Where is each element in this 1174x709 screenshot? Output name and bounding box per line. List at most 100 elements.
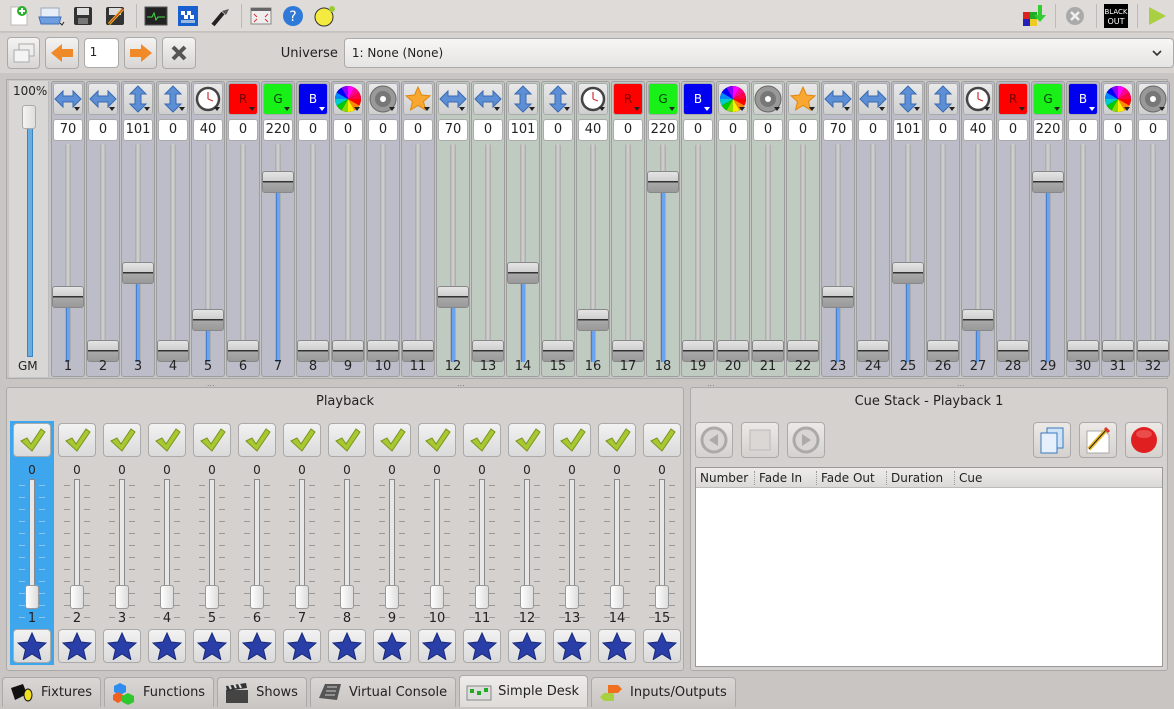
channel-value-input[interactable]: 0 bbox=[333, 119, 363, 141]
playback-select-button[interactable] bbox=[238, 423, 276, 457]
operate-mode-button[interactable] bbox=[1142, 2, 1172, 30]
channel-value-input[interactable]: 70 bbox=[438, 119, 468, 141]
playback-select-button[interactable] bbox=[553, 423, 591, 457]
channel-preset-button[interactable] bbox=[1103, 83, 1133, 115]
channel-value-input[interactable]: 101 bbox=[893, 119, 923, 141]
playback-flash-button[interactable] bbox=[58, 629, 96, 663]
channel-fader-handle[interactable] bbox=[52, 286, 84, 309]
channel-preset-button[interactable]: G bbox=[263, 83, 293, 115]
playback-flash-button[interactable] bbox=[238, 629, 276, 663]
channel-value-input[interactable]: 101 bbox=[508, 119, 538, 141]
channel-fader-handle[interactable] bbox=[647, 170, 679, 193]
cue-list-table[interactable]: Number Fade In Fade Out Duration Cue bbox=[695, 467, 1163, 667]
channel-fader-handle[interactable] bbox=[822, 286, 854, 309]
playback-flash-button[interactable] bbox=[418, 629, 456, 663]
channel-fader-handle[interactable] bbox=[1032, 170, 1064, 193]
channel-value-input[interactable]: 0 bbox=[858, 119, 888, 141]
blackout-button[interactable]: BLACK OUT bbox=[1101, 2, 1131, 30]
channel-fader-handle[interactable] bbox=[122, 262, 154, 285]
channel-preset-button[interactable] bbox=[788, 83, 818, 115]
playback-select-button[interactable] bbox=[58, 423, 96, 457]
playback-fader-handle[interactable] bbox=[340, 585, 354, 609]
fixture-remap-button[interactable] bbox=[205, 2, 235, 30]
channel-preset-button[interactable] bbox=[508, 83, 538, 115]
channel-preset-button[interactable]: R bbox=[613, 83, 643, 115]
help-button[interactable]: ? bbox=[278, 2, 308, 30]
playback-select-button[interactable] bbox=[283, 423, 321, 457]
playback-flash-button[interactable] bbox=[13, 629, 51, 663]
channel-preset-button[interactable] bbox=[88, 83, 118, 115]
open-workspace-button[interactable] bbox=[36, 2, 66, 30]
edit-cue-button[interactable] bbox=[1079, 422, 1117, 458]
channel-preset-button[interactable]: B bbox=[298, 83, 328, 115]
playback-select-button[interactable] bbox=[643, 423, 681, 457]
column-header-number[interactable]: Number bbox=[696, 471, 754, 485]
channel-preset-button[interactable]: B bbox=[1068, 83, 1098, 115]
channel-fader-handle[interactable] bbox=[192, 309, 224, 332]
channel-value-input[interactable]: 0 bbox=[403, 119, 433, 141]
playback-select-button[interactable] bbox=[463, 423, 501, 457]
playback-fader-handle[interactable] bbox=[385, 585, 399, 609]
channel-value-input[interactable]: 0 bbox=[753, 119, 783, 141]
channel-preset-button[interactable] bbox=[473, 83, 503, 115]
channel-preset-button[interactable] bbox=[158, 83, 188, 115]
channel-value-input[interactable]: 70 bbox=[823, 119, 853, 141]
tab-shows[interactable]: Shows bbox=[217, 677, 307, 707]
channel-preset-button[interactable] bbox=[753, 83, 783, 115]
channel-value-input[interactable]: 220 bbox=[263, 119, 293, 141]
playback-select-button[interactable] bbox=[148, 423, 186, 457]
channel-fader-handle[interactable] bbox=[577, 309, 609, 332]
address-tool-button[interactable] bbox=[173, 2, 203, 30]
channel-value-input[interactable]: 0 bbox=[1068, 119, 1098, 141]
monitor-button[interactable] bbox=[141, 2, 171, 30]
channel-value-input[interactable]: 0 bbox=[788, 119, 818, 141]
channel-preset-button[interactable] bbox=[193, 83, 223, 115]
playback-flash-button[interactable] bbox=[553, 629, 591, 663]
playback-fader-handle[interactable] bbox=[610, 585, 624, 609]
new-workspace-button[interactable] bbox=[4, 2, 34, 30]
playback-select-button[interactable] bbox=[13, 423, 51, 457]
channel-preset-button[interactable] bbox=[368, 83, 398, 115]
channel-fader-handle[interactable] bbox=[507, 262, 539, 285]
channel-preset-button[interactable] bbox=[1138, 83, 1168, 115]
channel-value-input[interactable]: 40 bbox=[963, 119, 993, 141]
playback-fader-handle[interactable] bbox=[475, 585, 489, 609]
channel-value-input[interactable]: 0 bbox=[928, 119, 958, 141]
stop-cue-button[interactable] bbox=[741, 422, 779, 458]
channel-preset-button[interactable] bbox=[823, 83, 853, 115]
playback-fader-handle[interactable] bbox=[205, 585, 219, 609]
channel-preset-button[interactable] bbox=[403, 83, 433, 115]
tab-functions[interactable]: Functions bbox=[104, 677, 215, 707]
playback-fader-handle[interactable] bbox=[520, 585, 534, 609]
playback-select-button[interactable] bbox=[598, 423, 636, 457]
channel-fader-handle[interactable] bbox=[262, 170, 294, 193]
clone-cue-button[interactable] bbox=[1033, 422, 1071, 458]
channel-preset-button[interactable] bbox=[578, 83, 608, 115]
tab-fixtures[interactable]: Fixtures bbox=[2, 677, 102, 707]
channel-preset-button[interactable]: G bbox=[648, 83, 678, 115]
channel-fader-handle[interactable] bbox=[892, 262, 924, 285]
about-button[interactable] bbox=[310, 2, 340, 30]
playback-select-button[interactable] bbox=[418, 423, 456, 457]
stop-all-functions-button[interactable] bbox=[1060, 2, 1090, 30]
playback-select-button[interactable] bbox=[508, 423, 546, 457]
next-page-button[interactable] bbox=[124, 37, 158, 69]
playback-fader-handle[interactable] bbox=[115, 585, 129, 609]
channel-value-input[interactable]: 0 bbox=[998, 119, 1028, 141]
channel-value-input[interactable]: 40 bbox=[578, 119, 608, 141]
channel-value-input[interactable]: 0 bbox=[718, 119, 748, 141]
playback-select-button[interactable] bbox=[103, 423, 141, 457]
page-number-input[interactable]: 1 bbox=[83, 38, 120, 68]
channel-value-input[interactable]: 0 bbox=[473, 119, 503, 141]
channel-preset-button[interactable] bbox=[858, 83, 888, 115]
playback-fader-handle[interactable] bbox=[70, 585, 84, 609]
channel-value-input[interactable]: 101 bbox=[123, 119, 153, 141]
playback-flash-button[interactable] bbox=[283, 629, 321, 663]
column-header-duration[interactable]: Duration bbox=[886, 470, 954, 485]
playback-fader-handle[interactable] bbox=[565, 585, 579, 609]
channel-value-input[interactable]: 220 bbox=[648, 119, 678, 141]
previous-cue-button[interactable] bbox=[695, 422, 733, 458]
channel-preset-button[interactable]: B bbox=[683, 83, 713, 115]
column-header-cue[interactable]: Cue bbox=[954, 470, 1162, 485]
fullscreen-button[interactable] bbox=[246, 2, 276, 30]
